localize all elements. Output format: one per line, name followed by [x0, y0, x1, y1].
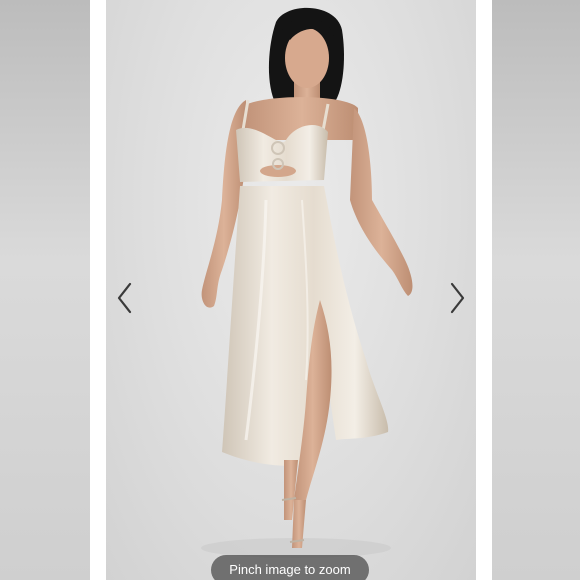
- blurred-backdrop-right: [492, 0, 580, 580]
- chevron-left-icon: [117, 282, 132, 314]
- product-photo[interactable]: [106, 0, 476, 580]
- model-in-satin-dress-image: [201, 7, 413, 558]
- previous-image-button[interactable]: [112, 278, 140, 318]
- image-viewer: Pinch image to zoom: [0, 0, 580, 580]
- chevron-right-icon: [450, 282, 465, 314]
- blurred-backdrop-left: [0, 0, 90, 580]
- next-image-button[interactable]: [442, 278, 470, 318]
- zoom-hint[interactable]: Pinch image to zoom: [211, 555, 369, 580]
